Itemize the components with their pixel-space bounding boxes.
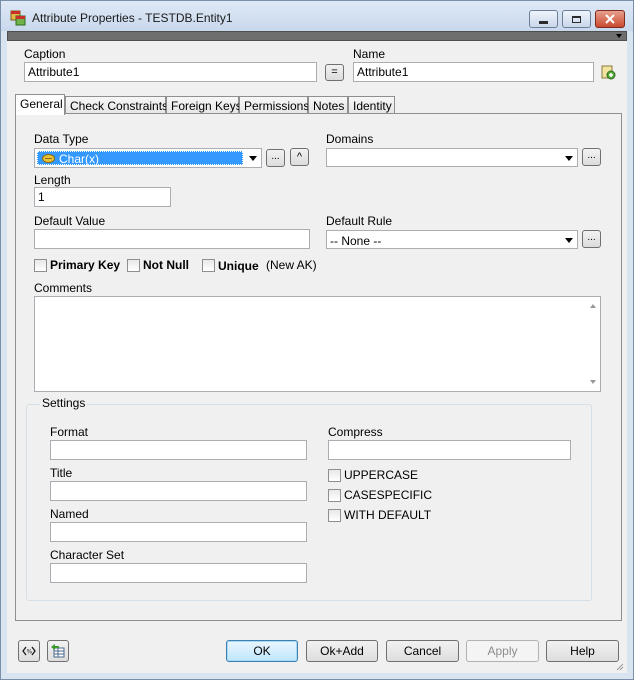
code-tags-icon: % — [22, 646, 36, 656]
length-input[interactable]: 1 — [34, 187, 171, 207]
default-rule-label: Default Rule — [326, 214, 393, 228]
new-ak-label: (New AK) — [266, 258, 317, 272]
minimize-button[interactable] — [529, 10, 558, 28]
chevron-down-icon — [565, 238, 573, 243]
maximize-icon — [572, 15, 581, 23]
sync-name-button[interactable]: = — [325, 64, 344, 81]
format-label: Format — [50, 425, 89, 439]
maximize-button[interactable] — [562, 10, 591, 28]
window-title: Attribute Properties - TESTDB.Entity1 — [32, 11, 233, 25]
default-value-input[interactable] — [34, 229, 310, 249]
tab-foreign-keys[interactable]: Foreign Keys — [166, 96, 242, 114]
ok-add-button[interactable]: Ok+Add — [306, 640, 378, 662]
uppercase-label: UPPERCASE — [344, 468, 419, 482]
name-label: Name — [353, 47, 386, 61]
casespecific-checkbox[interactable] — [328, 489, 341, 502]
toolbar-grip[interactable] — [7, 31, 627, 41]
uppercase-checkbox[interactable] — [328, 469, 341, 482]
name-input[interactable]: Attribute1 — [353, 62, 594, 82]
compress-label: Compress — [328, 425, 383, 439]
close-button[interactable] — [595, 10, 625, 28]
tab-foreign-keys-label: Foreign Keys — [171, 99, 242, 113]
attribute-properties-window: Attribute Properties - TESTDB.Entity1 Ca… — [0, 0, 634, 680]
scroll-down-icon — [590, 380, 596, 384]
unique-checkbox[interactable] — [202, 259, 215, 272]
named-label: Named — [50, 507, 89, 521]
tab-general[interactable]: General — [15, 94, 65, 115]
data-type-select[interactable]: Char(x) — [34, 148, 262, 168]
chevron-down-icon — [249, 156, 257, 161]
not-null-checkbox[interactable] — [127, 259, 140, 272]
cancel-button[interactable]: Cancel — [386, 640, 459, 662]
apply-button[interactable]: Apply — [466, 640, 539, 662]
grip-dropdown-icon — [616, 34, 622, 38]
domains-label: Domains — [326, 132, 374, 146]
unique-label: Unique — [218, 259, 259, 273]
primary-key-label: Primary Key — [50, 258, 121, 272]
casespecific-label: CASESPECIFIC — [344, 488, 433, 502]
caption-label: Caption — [24, 47, 66, 61]
character-set-label: Character Set — [50, 548, 125, 562]
svg-text:%: % — [27, 649, 33, 656]
properties-grid-button[interactable] — [47, 640, 69, 662]
title-label: Title — [50, 466, 73, 480]
chevron-down-icon — [565, 156, 573, 161]
default-rule-ellipsis-button[interactable]: ... — [582, 230, 601, 248]
resize-grip-icon[interactable] — [614, 661, 624, 671]
ok-button[interactable]: OK — [226, 640, 298, 662]
data-type-caret-button[interactable]: ^ — [290, 148, 309, 166]
dialog-client: Caption Attribute1 = Name Attribute1 Gen… — [7, 41, 627, 673]
settings-group-label: Settings — [40, 396, 88, 410]
default-rule-select[interactable]: -- None -- — [326, 230, 578, 249]
character-set-input[interactable] — [50, 563, 307, 583]
domains-select[interactable] — [326, 148, 578, 167]
tab-notes-label: Notes — [313, 99, 345, 113]
length-label: Length — [34, 173, 71, 187]
default-rule-value: -- None -- — [330, 234, 382, 248]
primary-key-checkbox[interactable] — [34, 259, 47, 272]
entity-attribute-icon — [10, 10, 26, 26]
named-input[interactable] — [50, 522, 307, 542]
table-arrow-icon — [51, 644, 65, 658]
tab-check-constraints-label: Check Constraints — [70, 99, 169, 113]
data-type-value: Char(x) — [59, 152, 100, 166]
title-input[interactable] — [50, 481, 307, 501]
caption-input[interactable]: Attribute1 — [24, 62, 317, 82]
with-default-label: WITH DEFAULT — [344, 508, 432, 522]
close-icon — [605, 14, 615, 24]
data-type-ellipsis-button[interactable]: ... — [266, 149, 285, 167]
data-type-label: Data Type — [34, 132, 89, 146]
compress-input[interactable] — [328, 440, 571, 460]
tab-check-constraints[interactable]: Check Constraints — [65, 96, 169, 114]
format-input[interactable] — [50, 440, 307, 460]
comments-textarea[interactable] — [34, 296, 601, 392]
tab-identity[interactable]: Identity — [348, 96, 395, 114]
minimize-icon — [539, 20, 548, 24]
not-null-label: Not Null — [143, 258, 189, 272]
comments-label: Comments — [34, 281, 93, 295]
title-bar[interactable]: Attribute Properties - TESTDB.Entity1 — [1, 1, 633, 31]
tab-general-label: General — [20, 97, 63, 111]
help-button[interactable]: Help — [546, 640, 619, 662]
tab-permissions[interactable]: Permissions — [239, 96, 310, 114]
tab-permissions-label: Permissions — [244, 99, 310, 113]
default-value-label: Default Value — [34, 214, 106, 228]
sql-preview-button[interactable]: % — [18, 640, 40, 662]
domains-ellipsis-button[interactable]: ... — [582, 148, 601, 166]
char-type-icon — [42, 154, 55, 163]
comments-scrollbar[interactable] — [584, 297, 600, 391]
tab-identity-label: Identity — [353, 99, 392, 113]
scroll-up-icon — [590, 304, 596, 308]
name-options-icon[interactable] — [601, 65, 616, 80]
with-default-checkbox[interactable] — [328, 509, 341, 522]
tab-notes[interactable]: Notes — [308, 96, 348, 114]
